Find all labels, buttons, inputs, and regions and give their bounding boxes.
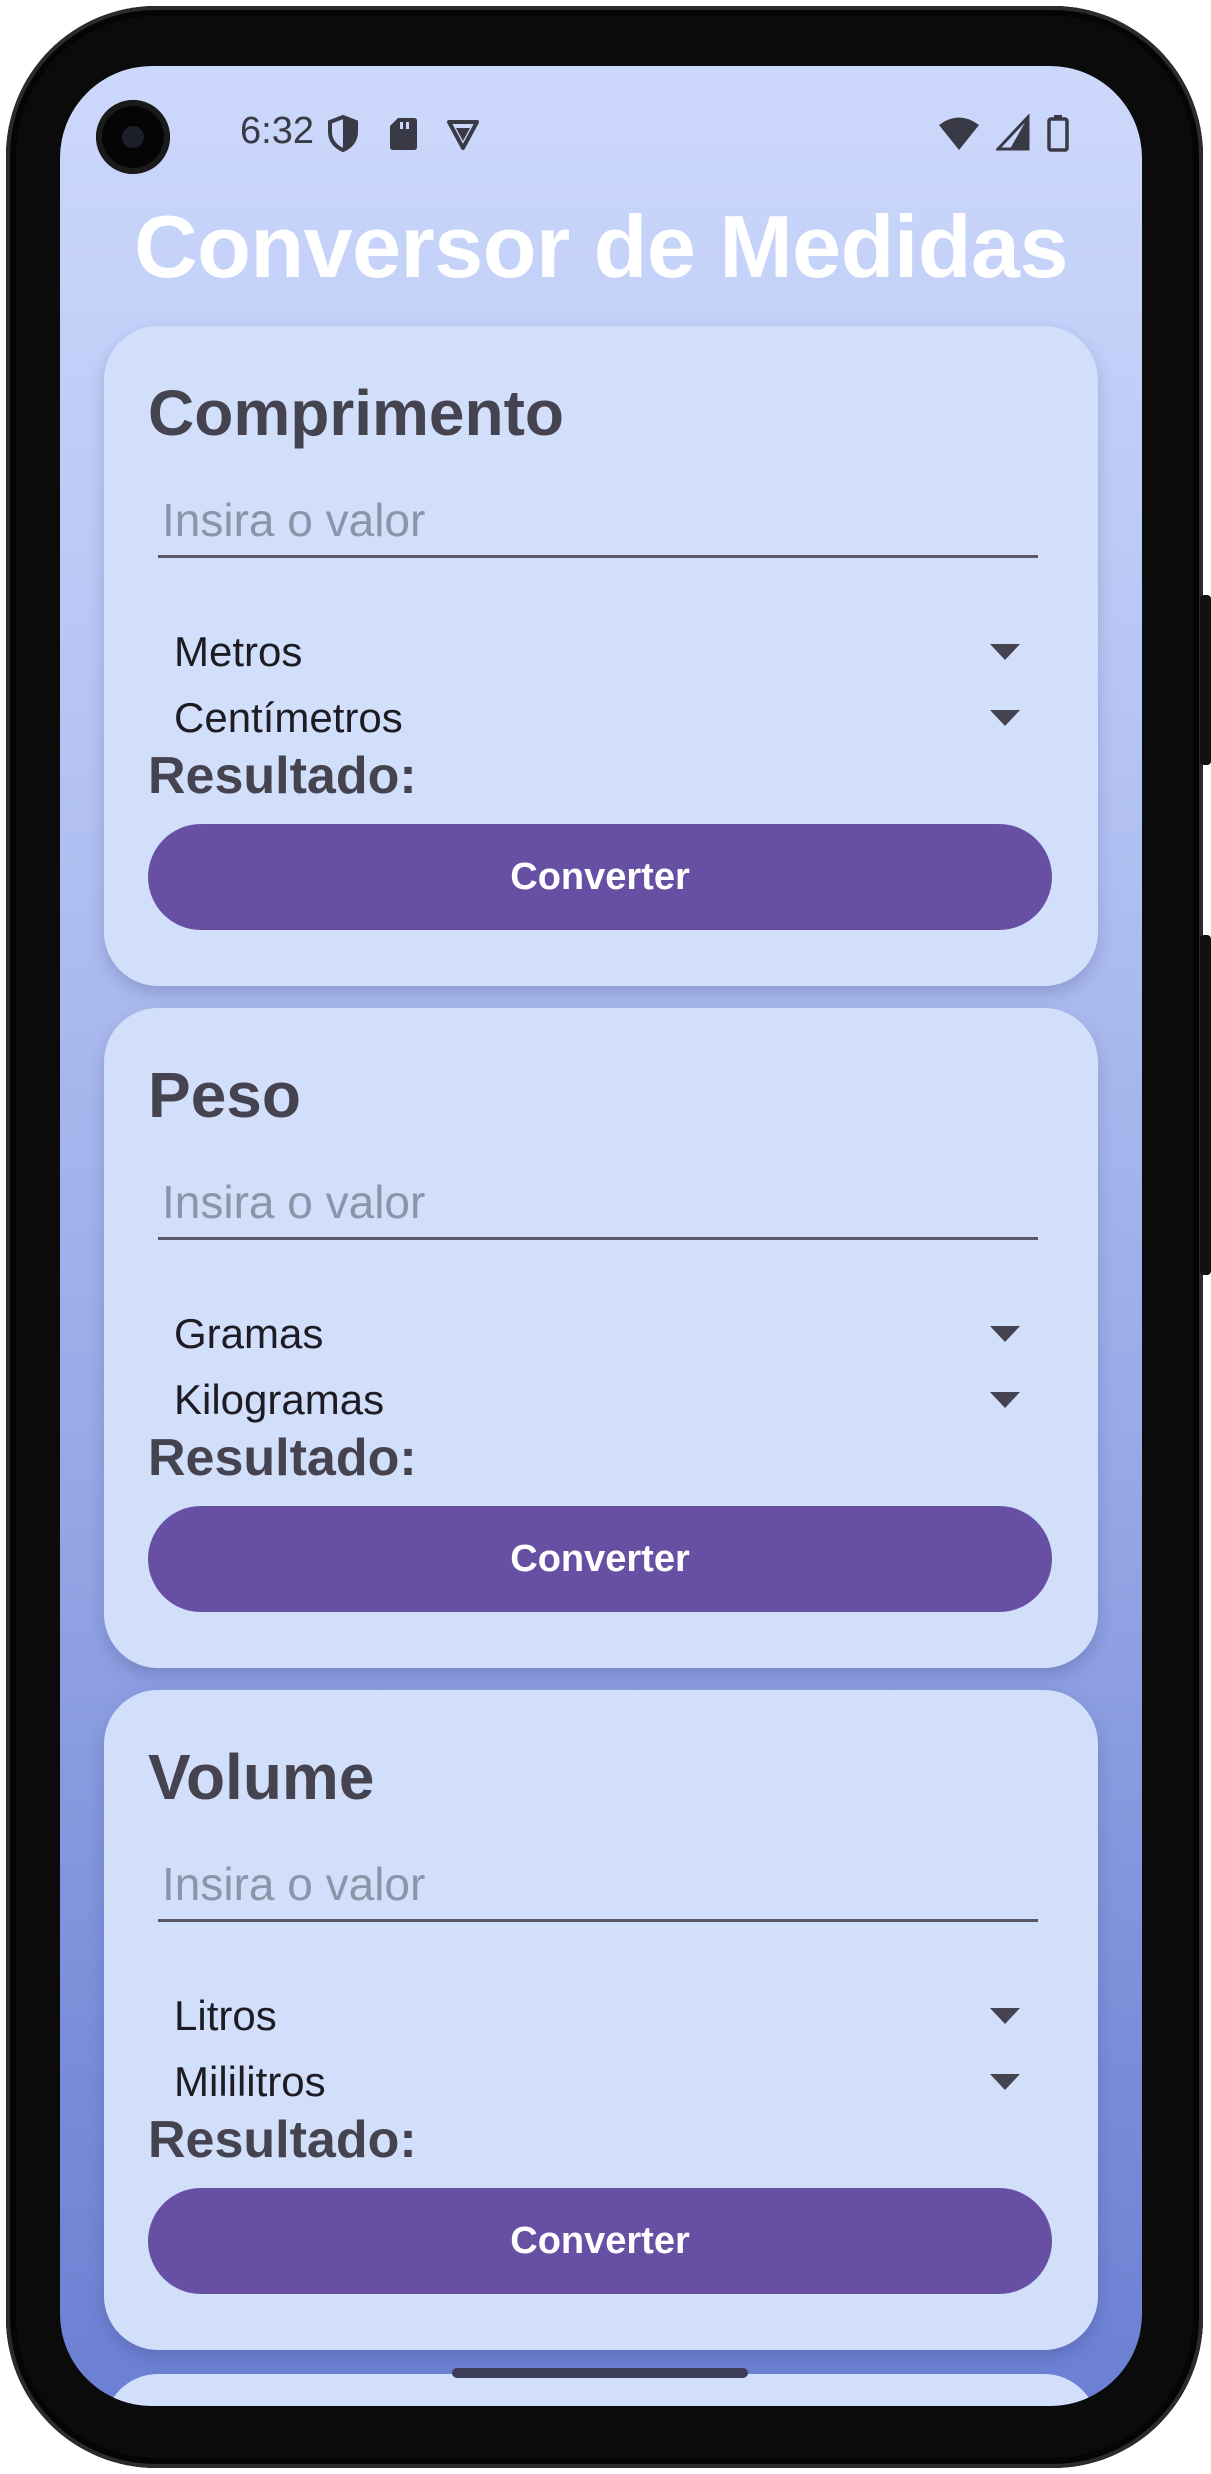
next-card-peek [104, 2374, 1098, 2406]
from-unit-label: Gramas [174, 1310, 324, 1357]
result-label: Resultado: [148, 747, 417, 805]
value-input[interactable] [158, 1848, 1038, 1922]
card-title: Volume [148, 1741, 375, 1813]
signal-icon [996, 114, 1030, 151]
to-unit-label: Kilogramas [174, 1376, 385, 1423]
status-icons-left [326, 114, 480, 152]
status-time: 6:32 [240, 110, 314, 152]
dropdown-arrow-icon [990, 1326, 1020, 1342]
wifi-icon [939, 117, 979, 150]
front-camera [96, 100, 170, 174]
result-label: Resultado: [148, 1429, 417, 1487]
sd-card-icon [390, 118, 417, 150]
to-unit-label: Centímetros [174, 694, 403, 741]
converter-card-length: Comprimento Metros Centímetros Resultado… [104, 326, 1098, 986]
vpn-icon [447, 120, 479, 150]
shield-icon [328, 114, 358, 152]
dropdown-arrow-icon [990, 644, 1020, 660]
volume-button [1200, 935, 1211, 1275]
dropdown-arrow-icon [990, 2074, 1020, 2090]
from-unit-label: Litros [174, 1992, 277, 2039]
status-icons-right [938, 114, 1070, 152]
result-label: Resultado: [148, 2111, 417, 2169]
battery-icon [1047, 115, 1069, 152]
from-unit-select[interactable]: Metros [162, 622, 1032, 682]
to-unit-label: Mililitros [174, 2058, 326, 2105]
screen: 6:32 Conversor de Medidas Comprimento In… [60, 66, 1142, 2406]
convert-button[interactable]: Converter [148, 1506, 1052, 1612]
converter-card-weight: Peso Gramas Kilogramas Resultado: Conver… [104, 1008, 1098, 1668]
to-unit-select[interactable]: Kilogramas [162, 1370, 1032, 1430]
value-input[interactable] [158, 484, 1038, 558]
power-button [1200, 595, 1211, 765]
dropdown-arrow-icon [990, 2008, 1020, 2024]
dropdown-arrow-icon [990, 1392, 1020, 1408]
to-unit-select[interactable]: Mililitros [162, 2052, 1032, 2112]
convert-button[interactable]: Converter [148, 2188, 1052, 2294]
convert-button[interactable]: Converter [148, 824, 1052, 930]
status-bar: 6:32 [60, 66, 1142, 206]
dropdown-arrow-icon [990, 710, 1020, 726]
card-title: Peso [148, 1059, 301, 1131]
app-title: Conversor de Medidas [134, 197, 1068, 296]
converter-card-volume: Volume Litros Mililitros Resultado: Conv… [104, 1690, 1098, 2350]
from-unit-select[interactable]: Litros [162, 1986, 1032, 2046]
from-unit-label: Metros [174, 628, 303, 675]
value-input[interactable] [158, 1166, 1038, 1240]
card-title: Comprimento [148, 377, 564, 449]
from-unit-select[interactable]: Gramas [162, 1304, 1032, 1364]
home-indicator[interactable] [452, 2368, 748, 2378]
to-unit-select[interactable]: Centímetros [162, 688, 1032, 748]
